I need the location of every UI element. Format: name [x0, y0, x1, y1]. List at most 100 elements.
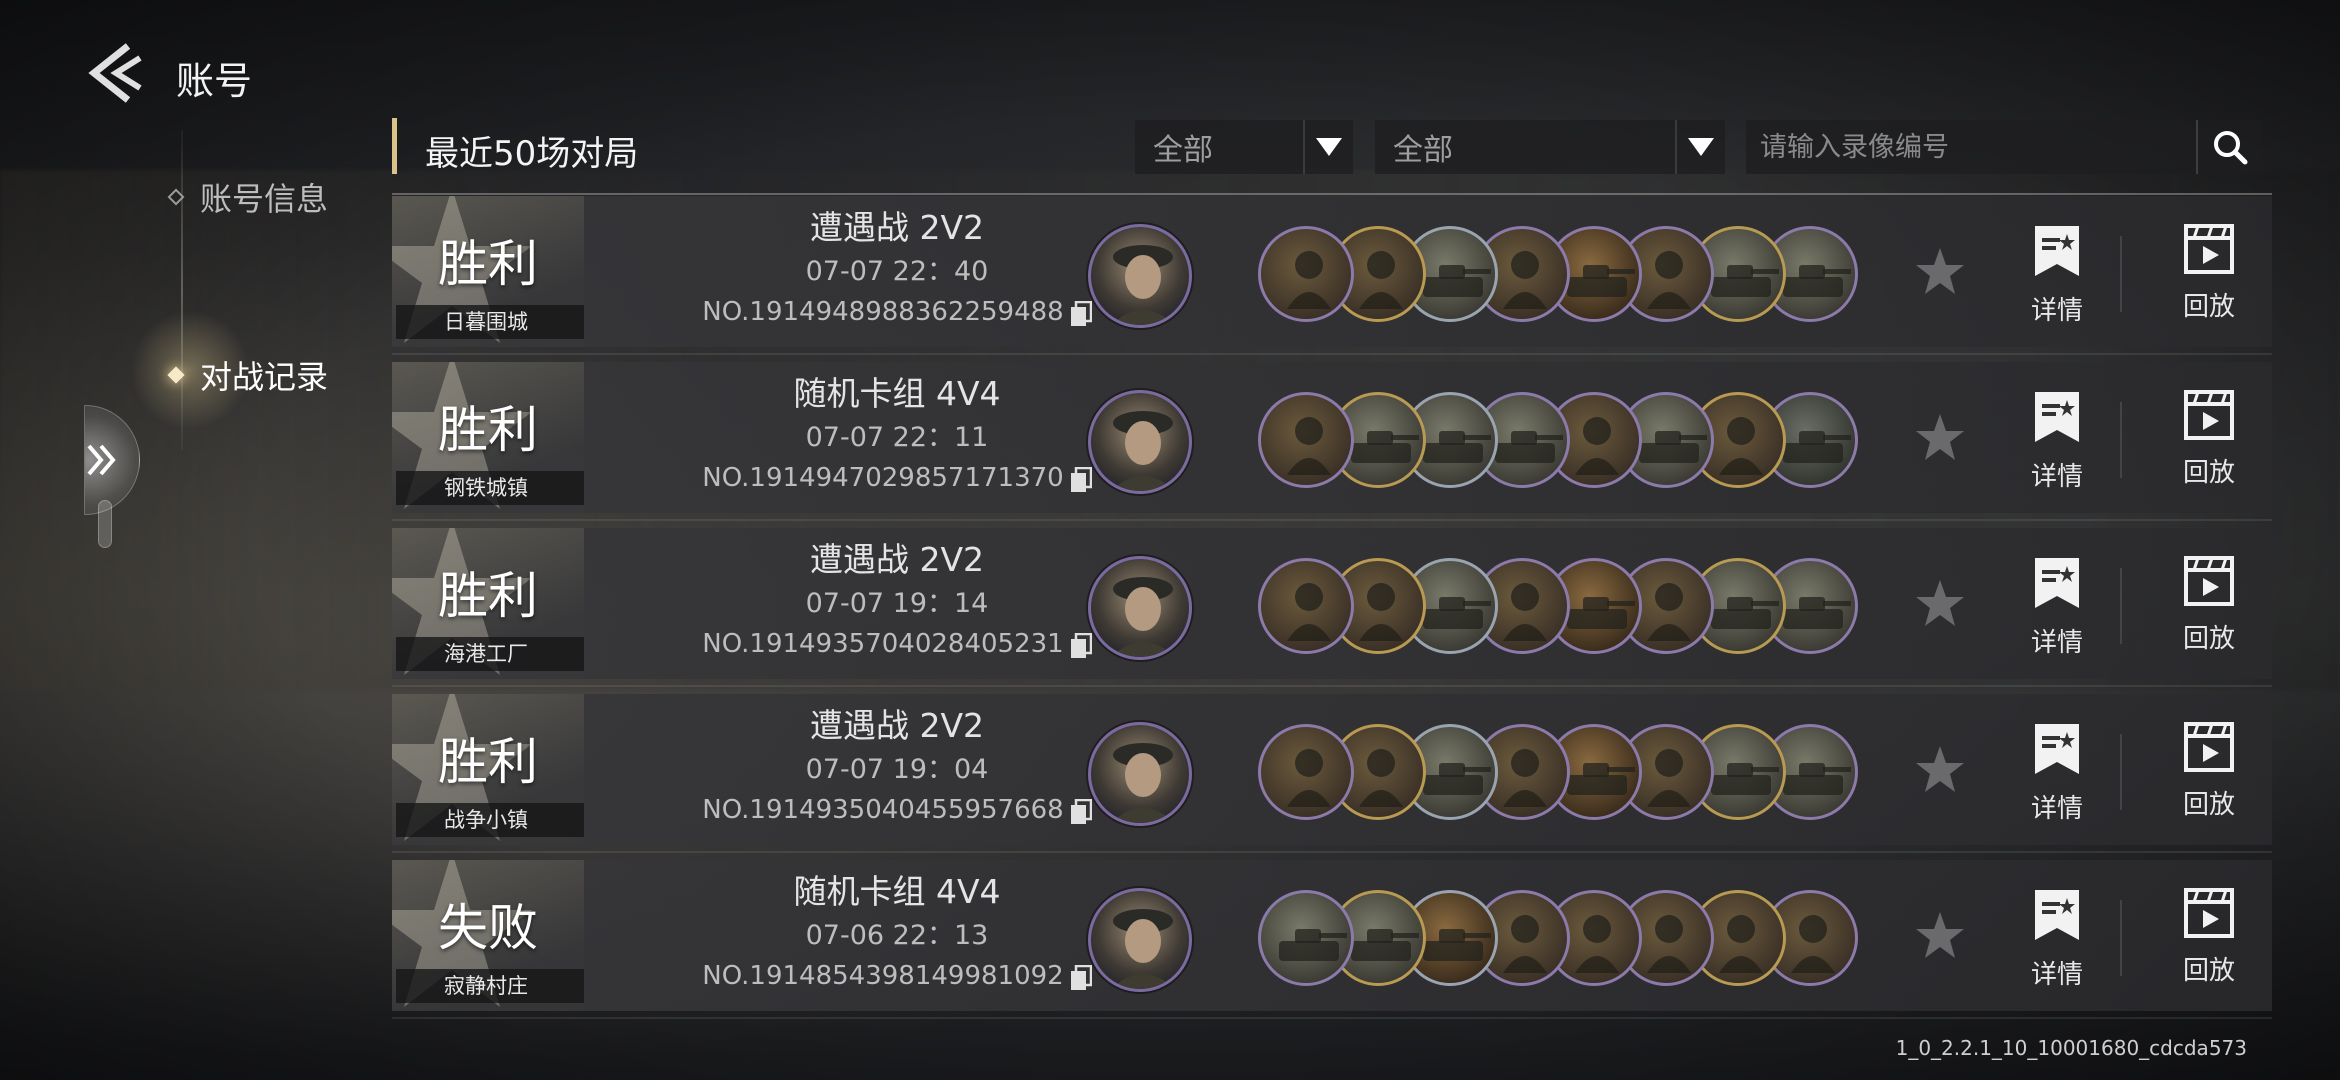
infantry-icon [1258, 724, 1354, 820]
replay-number-row: NO.1914935040455957668 [702, 790, 1092, 830]
list-title: 最近50场对局 [425, 134, 639, 174]
bookmark-detail-icon [2035, 558, 2079, 608]
detail-button[interactable]: 详情 [2012, 390, 2102, 493]
detail-label: 详情 [2030, 794, 2083, 824]
replay-button[interactable]: 回放 [2164, 722, 2254, 821]
detail-label: 详情 [2030, 462, 2083, 492]
deck-units [1258, 392, 1858, 488]
favorite-star-button[interactable] [1914, 578, 1966, 634]
double-chevron-right-icon [87, 444, 116, 476]
replay-button[interactable]: 回放 [2164, 556, 2254, 655]
commander-avatar [1088, 390, 1192, 494]
back-button[interactable] [86, 42, 144, 104]
match-result: 胜利 [438, 567, 538, 625]
filter-dropdown-2[interactable]: 全部 [1375, 120, 1725, 174]
replay-number: NO.1914935040455957668 [702, 795, 1064, 825]
deck-units [1258, 890, 1858, 986]
nav-item-account-info[interactable]: 账号信息 [167, 174, 328, 220]
triangle-down-icon [1688, 138, 1714, 156]
map-name: 日暮围城 [396, 305, 584, 339]
film-play-icon [2184, 556, 2234, 606]
map-name: 钢铁城镇 [396, 471, 584, 505]
replay-number: NO.1914854398149981092 [702, 961, 1064, 991]
replay-search-input[interactable] [1746, 120, 2196, 174]
commander-avatar [1088, 722, 1192, 826]
commander-avatar [1088, 556, 1192, 660]
copy-icon[interactable] [1070, 465, 1092, 492]
detail-label: 详情 [2030, 960, 2083, 990]
replay-search [1746, 120, 2262, 174]
film-play-icon [2184, 390, 2234, 440]
replay-button[interactable]: 回放 [2164, 888, 2254, 987]
match-result: 胜利 [438, 733, 538, 791]
filter-dropdown-1[interactable]: 全部 [1135, 120, 1353, 174]
replay-label: 回放 [2182, 458, 2235, 488]
game-mode: 遭遇战 2V2 [809, 540, 985, 579]
dropdown-toggle[interactable] [1675, 120, 1725, 174]
filter-dropdown-2-value: 全部 [1393, 133, 1453, 168]
favorite-star-button[interactable] [1914, 412, 1966, 468]
nav-item-battle-records[interactable]: 对战记录 [167, 352, 329, 398]
deck-units [1258, 724, 1858, 820]
tank-icon [1258, 890, 1354, 986]
game-mode: 遭遇战 2V2 [809, 208, 985, 247]
replay-label: 回放 [2182, 956, 2235, 986]
result-badge: 胜利 海港工厂 [392, 528, 584, 679]
star-icon [1916, 580, 1964, 626]
copy-icon[interactable] [1070, 631, 1092, 658]
replay-number-row: NO.1914854398149981092 [702, 956, 1092, 996]
page-title: 账号 [176, 59, 253, 103]
header-divider [392, 193, 2272, 195]
map-name: 海港工厂 [396, 637, 584, 671]
dropdown-toggle[interactable] [1303, 120, 1353, 174]
action-divider [2120, 568, 2122, 644]
detail-button[interactable]: 详情 [2012, 722, 2102, 825]
replay-button[interactable]: 回放 [2164, 390, 2254, 489]
replay-number: NO.1914948988362259488 [702, 297, 1064, 327]
match-list: 胜利 日暮围城 遭遇战 2V2 07-07 22：40 NO.191494898… [392, 196, 2272, 1026]
bookmark-detail-icon [2035, 890, 2079, 940]
game-mode: 随机卡组 4V4 [793, 872, 1001, 911]
copy-icon[interactable] [1070, 797, 1092, 824]
infantry-icon [1258, 558, 1354, 654]
favorite-star-button[interactable] [1914, 246, 1966, 302]
match-row[interactable]: 胜利 日暮围城 遭遇战 2V2 07-07 22：40 NO.191494898… [392, 196, 2272, 355]
deck-units [1258, 226, 1858, 322]
result-badge: 胜利 钢铁城镇 [392, 362, 584, 513]
detail-label: 详情 [2030, 296, 2083, 326]
match-row[interactable]: 胜利 海港工厂 遭遇战 2V2 07-07 19：14 NO.191493570… [392, 528, 2272, 687]
match-row[interactable]: 胜利 战争小镇 遭遇战 2V2 07-07 19：04 NO.191493504… [392, 694, 2272, 853]
replay-button[interactable]: 回放 [2164, 224, 2254, 323]
nav-item-label: 对战记录 [200, 358, 329, 396]
triangle-down-icon [1316, 138, 1342, 156]
match-result: 胜利 [438, 235, 538, 293]
game-mode: 遭遇战 2V2 [809, 706, 985, 745]
match-result: 胜利 [438, 401, 538, 459]
back-arrow-icon [88, 43, 142, 103]
filter-dropdown-1-value: 全部 [1153, 133, 1213, 168]
action-divider [2120, 402, 2122, 478]
action-divider [2120, 236, 2122, 312]
replay-number: NO.1914947029857171370 [702, 463, 1064, 493]
search-button[interactable] [2196, 120, 2262, 174]
favorite-star-button[interactable] [1914, 910, 1966, 966]
detail-button[interactable]: 详情 [2012, 556, 2102, 659]
copy-icon[interactable] [1070, 963, 1092, 990]
search-icon [2214, 131, 2248, 165]
match-row[interactable]: 失败 寂静村庄 随机卡组 4V4 07-06 22：13 NO.19148543… [392, 860, 2272, 1019]
nav-diamond-icon [167, 366, 185, 384]
replay-number-row: NO.1914935704028405231 [702, 624, 1092, 664]
favorite-star-button[interactable] [1914, 744, 1966, 800]
bookmark-detail-icon [2035, 226, 2079, 276]
copy-icon[interactable] [1070, 299, 1092, 326]
commander-avatar [1088, 888, 1192, 992]
side-scroll-indicator[interactable] [98, 500, 112, 548]
result-badge: 胜利 日暮围城 [392, 196, 584, 347]
detail-button[interactable]: 详情 [2012, 888, 2102, 991]
replay-number-row: NO.1914947029857171370 [702, 458, 1092, 498]
star-icon [1916, 912, 1964, 958]
detail-label: 详情 [2030, 628, 2083, 658]
detail-button[interactable]: 详情 [2012, 224, 2102, 327]
match-row[interactable]: 胜利 钢铁城镇 随机卡组 4V4 07-07 22：11 NO.19149470… [392, 362, 2272, 521]
replay-label: 回放 [2182, 292, 2235, 322]
